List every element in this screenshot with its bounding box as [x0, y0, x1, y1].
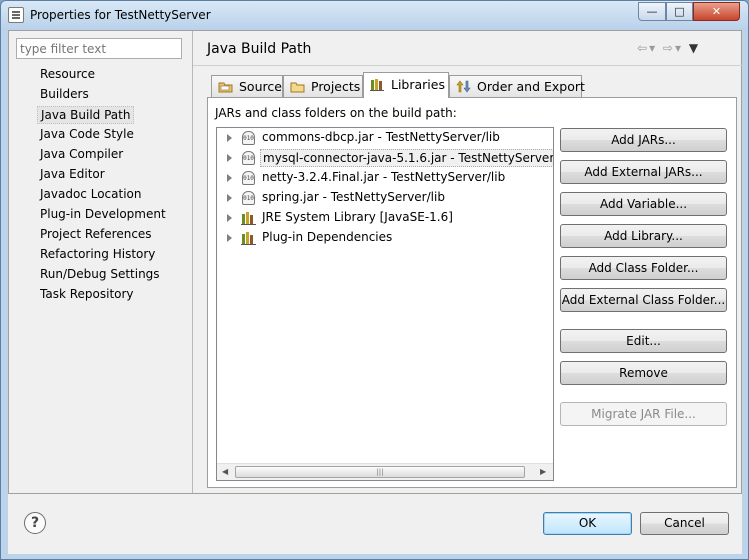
nav-item-java-code-style[interactable]: Java Code Style [37, 126, 137, 144]
scroll-left-icon[interactable]: ◀ [222, 467, 228, 476]
tab-order-export[interactable]: Order and Export [449, 75, 585, 97]
maximize-button[interactable]: □ [666, 2, 693, 21]
add-jars-button[interactable]: Add JARs... [560, 128, 727, 152]
tab-order-export-label: Order and Export [477, 79, 585, 94]
add-class-folder-button[interactable]: Add Class Folder... [560, 256, 727, 280]
tree-row[interactable]: 010 commons-dbcp.jar - TestNettyServer/l… [217, 128, 553, 148]
maximize-icon: □ [674, 5, 685, 18]
library-entry-label: mysql-connector-java-5.1.6.jar - TestNet… [260, 149, 553, 167]
tab-projects[interactable]: Projects [283, 75, 363, 97]
help-icon[interactable]: ? [24, 512, 46, 534]
back-arrow-icon[interactable]: ⇦ [637, 41, 649, 55]
remove-button[interactable]: Remove [560, 361, 727, 385]
add-external-class-folder-button[interactable]: Add External Class Folder... [560, 288, 727, 312]
library-icon [241, 211, 257, 225]
back-dropdown-icon[interactable]: ▾ [649, 41, 657, 55]
minimize-icon: — [646, 5, 658, 18]
nav-item-plugin-development[interactable]: Plug-in Development [37, 206, 169, 224]
page-title: Java Build Path [207, 41, 312, 57]
view-menu-icon[interactable]: ▼ [689, 41, 700, 55]
dialog-body: Resource Builders Java Build Path Java C… [8, 30, 742, 494]
nav-item-refactoring-history[interactable]: Refactoring History [37, 246, 158, 264]
properties-dialog: Properties for TestNettyServer — □ ✕ Res… [0, 0, 749, 560]
nav-item-task-repository[interactable]: Task Repository [37, 286, 137, 304]
title-separator [193, 65, 742, 66]
panel-divider[interactable] [192, 31, 193, 493]
tree-row[interactable]: 010 spring.jar - TestNettyServer/lib [217, 188, 553, 208]
nav-item-project-references[interactable]: Project References [37, 226, 155, 244]
expand-arrow-icon[interactable] [227, 174, 232, 182]
ok-button[interactable]: OK [543, 512, 632, 535]
scrollbar-thumb[interactable]: ||| [235, 466, 525, 478]
tree-row[interactable]: 010 netty-3.2.4.Final.jar - TestNettySer… [217, 168, 553, 188]
tree-row[interactable]: 010 mysql-connector-java-5.1.6.jar - Tes… [217, 148, 553, 168]
expand-arrow-icon[interactable] [227, 234, 232, 242]
edit-button[interactable]: Edit... [560, 329, 727, 353]
jar-icon: 010 [242, 171, 255, 185]
library-entry-label: netty-3.2.4.Final.jar - TestNettyServer/… [262, 170, 506, 184]
expand-arrow-icon[interactable] [227, 214, 232, 222]
jar-icon: 010 [242, 151, 255, 165]
close-button[interactable]: ✕ [693, 2, 740, 21]
library-entry-label: spring.jar - TestNettyServer/lib [262, 190, 445, 204]
tab-projects-label: Projects [311, 79, 361, 94]
forward-arrow-icon[interactable]: ⇨ [663, 41, 675, 55]
forward-dropdown-icon[interactable]: ▾ [675, 41, 683, 55]
library-entry-label: Plug-in Dependencies [262, 230, 393, 244]
expand-arrow-icon[interactable] [227, 134, 232, 142]
minimize-button[interactable]: — [638, 2, 666, 21]
properties-window-icon [8, 7, 24, 23]
tab-libraries-label: Libraries [391, 77, 445, 92]
tree-row[interactable]: Plug-in Dependencies [217, 228, 553, 248]
tab-libraries[interactable]: Libraries [363, 72, 449, 98]
cancel-button[interactable]: Cancel [640, 512, 729, 535]
window-title: Properties for TestNettyServer [30, 8, 211, 22]
dialog-footer: ? OK Cancel [8, 494, 742, 554]
library-entry-label: commons-dbcp.jar - TestNettyServer/lib [262, 130, 500, 144]
projects-icon [290, 80, 305, 93]
jar-icon: 010 [242, 191, 255, 205]
library-icon [241, 231, 257, 245]
libraries-icon [370, 78, 385, 91]
tree-row[interactable]: JRE System Library [JavaSE-1.6] [217, 208, 553, 228]
nav-item-run-debug-settings[interactable]: Run/Debug Settings [37, 266, 163, 284]
migrate-jar-button: Migrate JAR File... [560, 402, 727, 426]
nav-item-builders[interactable]: Builders [37, 86, 92, 104]
nav-item-javadoc-location[interactable]: Javadoc Location [37, 186, 144, 204]
libraries-panel: JARs and class folders on the build path… [207, 97, 737, 488]
tab-source[interactable]: Source [211, 75, 283, 97]
filter-input[interactable] [16, 38, 182, 59]
library-entry-label: JRE System Library [JavaSE-1.6] [262, 210, 453, 224]
library-tree[interactable]: 010 commons-dbcp.jar - TestNettyServer/l… [216, 127, 554, 481]
nav-item-java-compiler[interactable]: Java Compiler [37, 146, 126, 164]
source-folder-icon [218, 80, 233, 93]
add-library-button[interactable]: Add Library... [560, 224, 727, 248]
close-icon: ✕ [711, 5, 722, 18]
build-path-label: JARs and class folders on the build path… [215, 106, 457, 120]
add-variable-button[interactable]: Add Variable... [560, 192, 727, 216]
order-export-icon [456, 80, 471, 93]
expand-arrow-icon[interactable] [227, 194, 232, 202]
history-nav: ⇦▾ ⇨▾ ▼ [637, 41, 700, 55]
tab-source-label: Source [239, 79, 282, 94]
jar-icon: 010 [242, 131, 255, 145]
scroll-right-icon[interactable]: ▶ [540, 467, 546, 476]
horizontal-scrollbar[interactable]: ◀ ||| ▶ [217, 463, 553, 480]
nav-item-java-build-path[interactable]: Java Build Path [37, 106, 135, 124]
add-external-jars-button[interactable]: Add External JARs... [560, 160, 727, 184]
expand-arrow-icon[interactable] [227, 154, 232, 162]
title-bar[interactable]: Properties for TestNettyServer — □ ✕ [1, 1, 748, 30]
nav-item-resource[interactable]: Resource [37, 66, 98, 84]
nav-item-java-editor[interactable]: Java Editor [37, 166, 108, 184]
